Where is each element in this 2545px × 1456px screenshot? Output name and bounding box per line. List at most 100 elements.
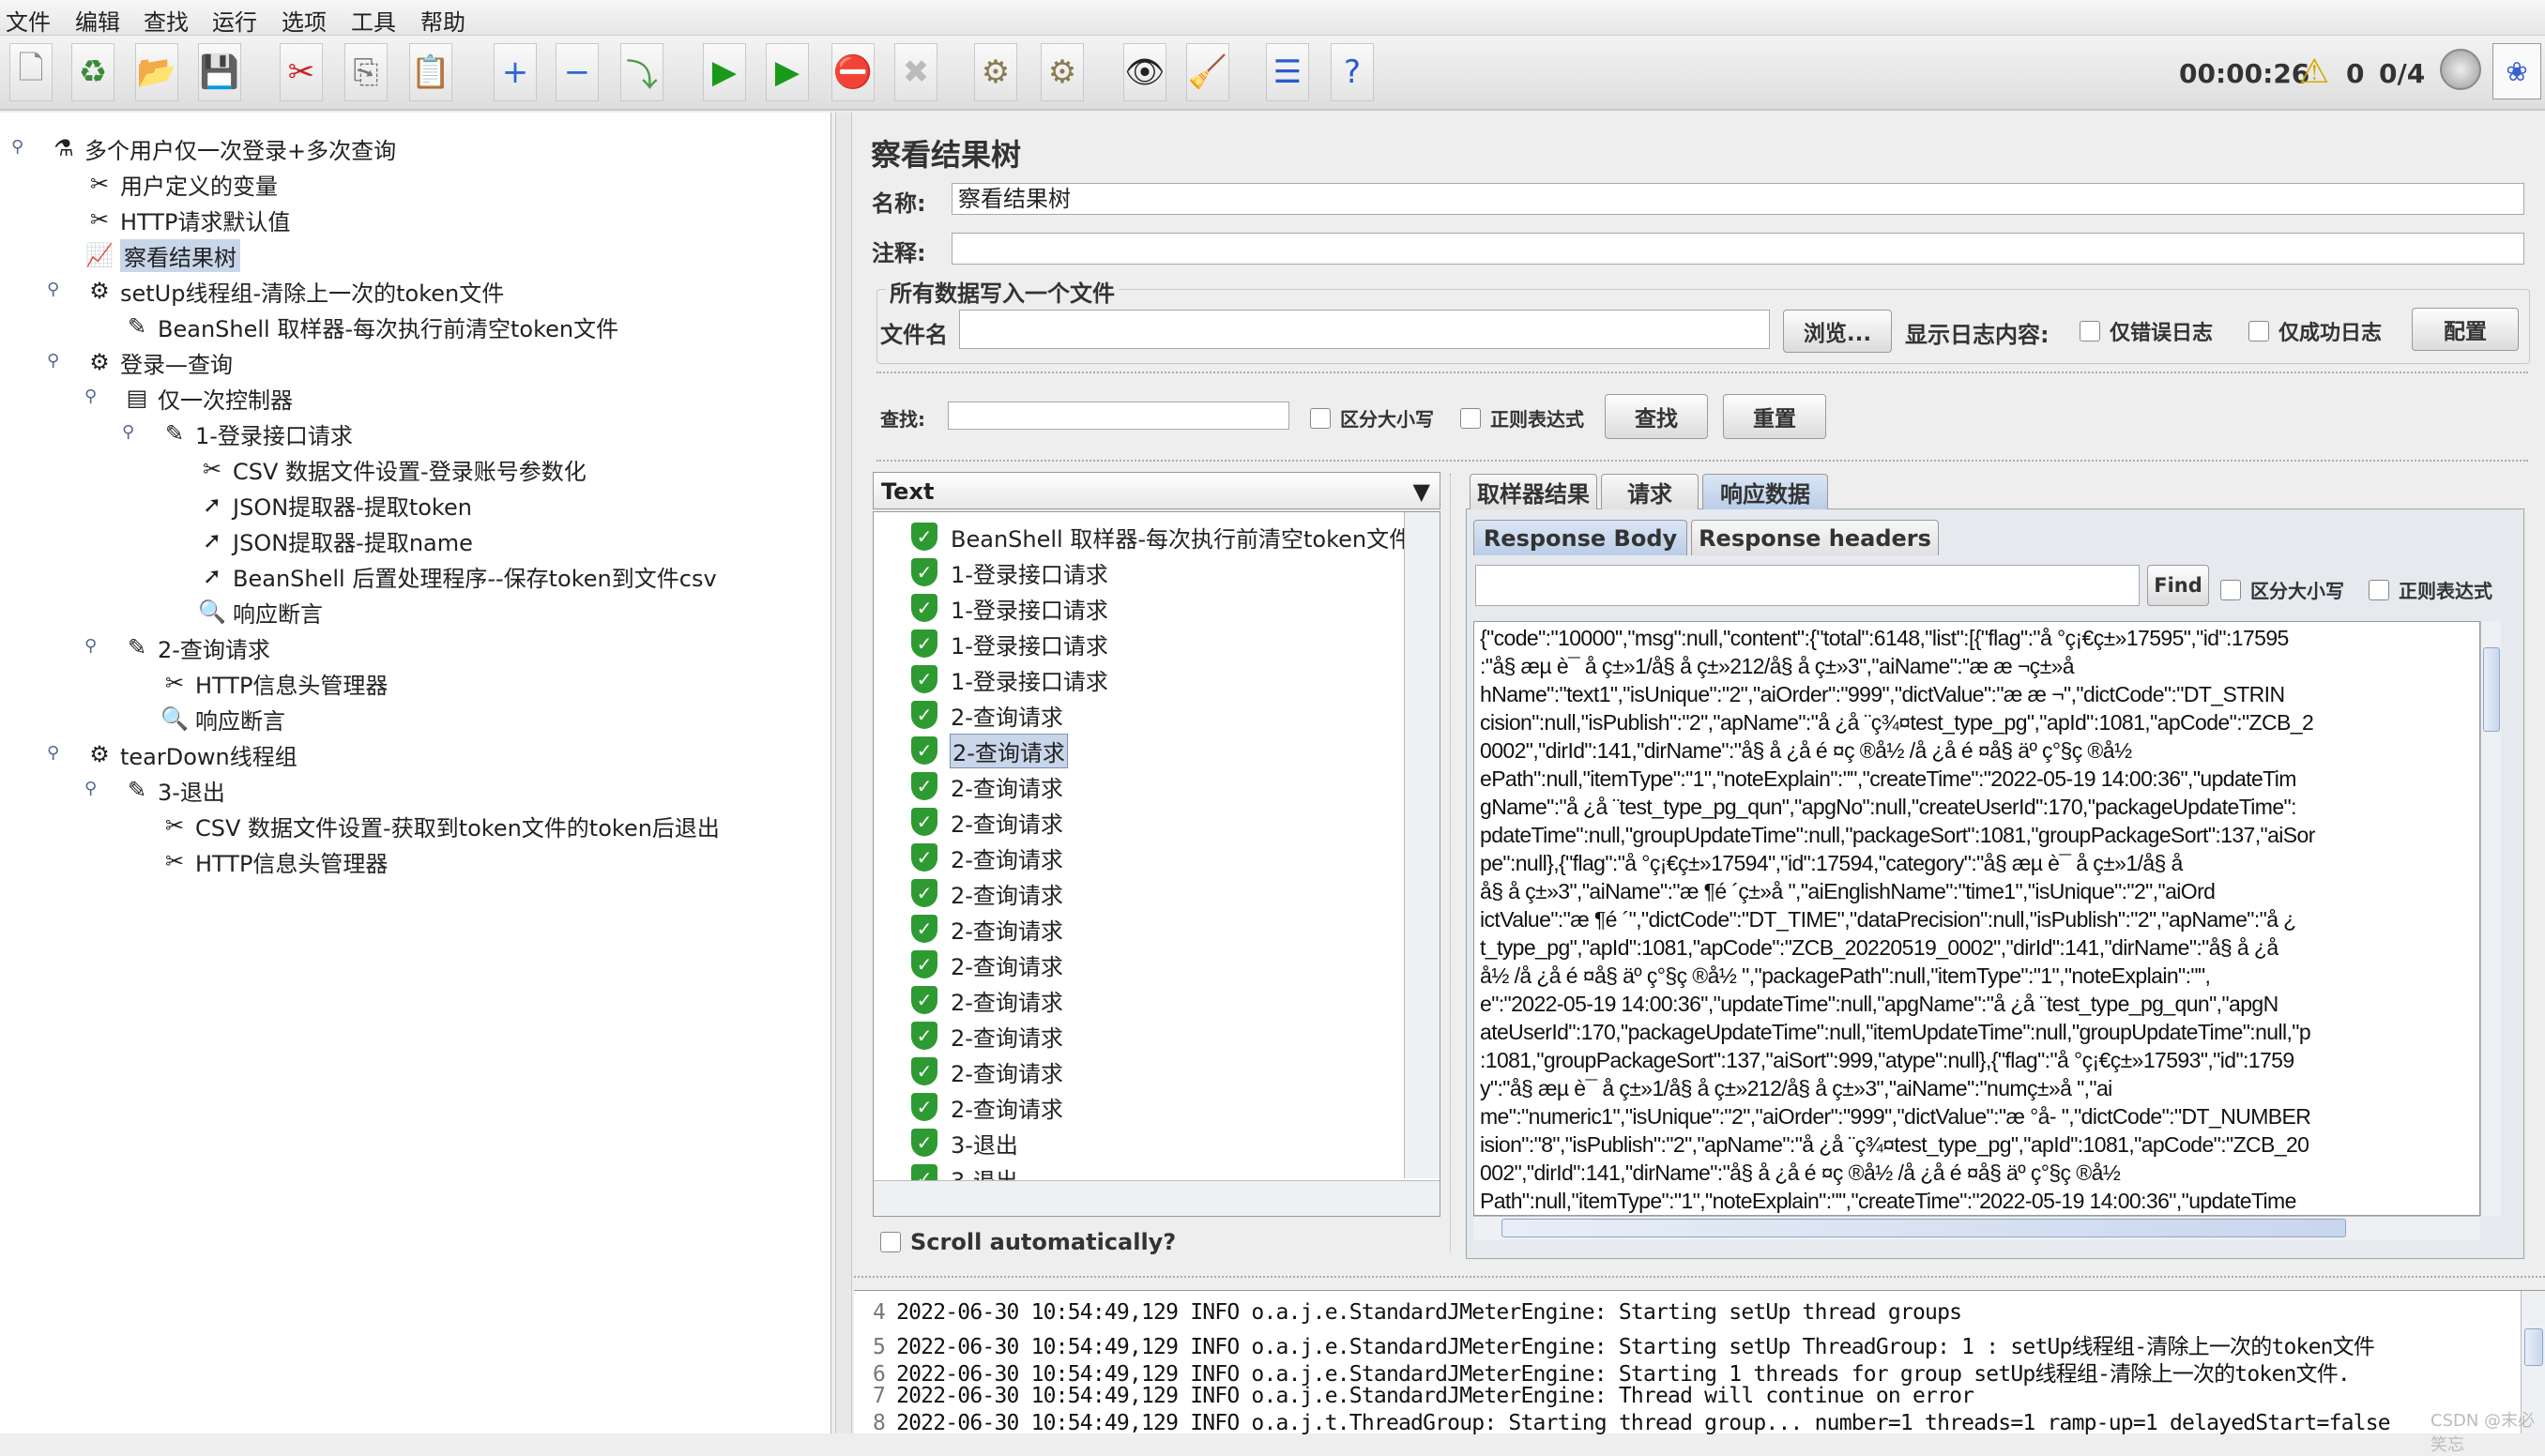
comment-input[interactable] — [952, 233, 2524, 265]
remote-status-icon[interactable] — [2440, 49, 2481, 90]
start-no-pause-button[interactable]: ▶ — [766, 43, 809, 101]
result-item[interactable]: ✓ 2-查询请求 — [911, 769, 1063, 803]
result-item[interactable]: ✓ 2-查询请求 — [911, 841, 1063, 874]
subtab-1[interactable]: Response headers — [1691, 520, 1939, 555]
success-only-checkbox[interactable]: 仅成功日志 — [2248, 316, 2382, 346]
function-helper-button[interactable]: ☰ — [1266, 43, 1309, 101]
scroll-auto-checkbox[interactable]: Scroll automatically? — [880, 1229, 1176, 1255]
tab-0[interactable]: 取样器结果 — [1470, 474, 1597, 509]
name-input[interactable]: 察看结果树 — [952, 183, 2524, 215]
clear-all-button[interactable]: ⚙ — [1041, 43, 1084, 101]
tab-2[interactable]: 响应数据 — [1702, 474, 1828, 509]
menu-5[interactable]: 工具 — [351, 4, 396, 37]
search-case-checkbox[interactable]: 区分大小写 — [1310, 404, 1434, 432]
result-item[interactable]: ✓ 2-查询请求 — [911, 876, 1063, 910]
tree-item[interactable]: ⚗ 多个用户仅一次登录+多次查询 — [49, 131, 396, 165]
tree-item[interactable]: ✎ BeanShell 取样器-每次执行前清空token文件 — [122, 310, 618, 343]
response-find-button[interactable]: Find — [2147, 565, 2209, 606]
tree-item[interactable]: ➚ BeanShell 后置处理程序--保存token到文件csv — [197, 559, 717, 593]
search-input[interactable] — [948, 402, 1289, 430]
configure-button[interactable]: 配置 — [2412, 308, 2519, 351]
tree-item[interactable]: 📈 察看结果树 — [84, 238, 240, 272]
tree-item[interactable]: ⚙ tearDown线程组 — [84, 737, 297, 771]
result-item[interactable]: ✓ 1-登录接口请求 — [911, 591, 1108, 625]
help-button[interactable]: ? — [1331, 43, 1374, 101]
splitter-mid[interactable] — [876, 460, 2528, 469]
tree-toggle-icon[interactable]: ⚲ — [47, 280, 59, 299]
tree-toggle-icon[interactable]: ⚲ — [122, 422, 134, 442]
result-item[interactable]: ✓ 1-登录接口请求 — [911, 662, 1108, 696]
cut-button[interactable]: ✂ — [280, 43, 323, 101]
tree-item[interactable]: ✎ 2-查询请求 — [122, 630, 270, 664]
tree-item[interactable]: ➚ JSON提取器-提取name — [197, 523, 473, 557]
result-item[interactable]: ✓ 2-查询请求 — [911, 912, 1063, 946]
menu-4[interactable]: 选项 — [282, 4, 327, 37]
tree-item[interactable]: ⚙ setUp线程组-清除上一次的token文件 — [84, 274, 504, 308]
jmeter-logo-icon[interactable]: ❀ — [2492, 43, 2541, 99]
find-button[interactable]: 查找 — [1605, 394, 1708, 439]
result-item[interactable]: ✓ 2-查询请求 — [911, 733, 1068, 768]
result-item[interactable]: ✓ 2-查询请求 — [911, 1090, 1063, 1124]
tree-item[interactable]: ✂ HTTP请求默认值 — [84, 203, 290, 236]
open-button[interactable]: 📂 — [135, 43, 178, 101]
main-splitter[interactable] — [835, 113, 852, 1433]
response-body-text[interactable]: {"code":"10000","msg":null,"content":{"t… — [1473, 621, 2480, 1216]
tree-item[interactable]: ✂ HTTP信息头管理器 — [160, 844, 388, 878]
response-regex-checkbox[interactable]: 正则表达式 — [2369, 576, 2492, 603]
tree-item[interactable]: ✎ 1-登录接口请求 — [160, 417, 353, 450]
search-regex-checkbox[interactable]: 正则表达式 — [1460, 404, 1584, 432]
result-item[interactable]: ✓ 3-退出 — [911, 1126, 1018, 1160]
renderer-select[interactable]: Text ▼ — [873, 472, 1440, 509]
tree-item[interactable]: 🔍 响应断言 — [197, 595, 323, 629]
result-item[interactable]: ✓ 2-查询请求 — [911, 1054, 1063, 1088]
search-button[interactable]: 👁 — [1123, 43, 1166, 101]
subtab-0[interactable]: Response Body — [1473, 520, 1687, 555]
tree-item[interactable]: ⚙ 登录—查询 — [84, 345, 233, 379]
tree-toggle-icon[interactable]: ⚲ — [84, 779, 97, 798]
tree-toggle-icon[interactable]: ⚲ — [47, 743, 59, 763]
result-vscrollbar[interactable] — [1404, 512, 1440, 1178]
result-item[interactable]: ✓ BeanShell 取样器-每次执行前清空token文件 — [911, 520, 1411, 554]
tree-toggle-icon[interactable]: ⚲ — [84, 636, 97, 656]
log-panel[interactable]: 4 2022-06-30 10:54:49,129 INFO o.a.j.e.St… — [854, 1290, 2545, 1435]
result-item[interactable]: ✓ 2-查询请求 — [911, 983, 1063, 1017]
response-find-input[interactable] — [1475, 565, 2140, 606]
copy-button[interactable]: ⎘ — [344, 43, 388, 101]
expand-button[interactable]: + — [494, 43, 537, 101]
tree-item[interactable]: ▤ 仅一次控制器 — [122, 381, 293, 415]
result-item[interactable]: ✓ 2-查询请求 — [911, 1019, 1063, 1053]
menu-3[interactable]: 运行 — [212, 4, 257, 37]
tree-item[interactable]: ✂ 用户定义的变量 — [84, 167, 278, 201]
tree-item[interactable]: ✎ 3-退出 — [122, 773, 225, 807]
reset-button[interactable]: 重置 — [1723, 394, 1826, 439]
menu-0[interactable]: 文件 — [6, 4, 51, 37]
menu-6[interactable]: 帮助 — [420, 4, 465, 37]
splitter-top[interactable] — [876, 372, 2528, 381]
tree-item[interactable]: ➚ JSON提取器-提取token — [197, 488, 472, 522]
response-hscrollbar[interactable] — [1473, 1216, 2480, 1240]
result-item[interactable]: ✓ 2-查询请求 — [911, 698, 1063, 732]
reset-search-button[interactable]: 🧹 — [1186, 43, 1229, 101]
result-hscrollbar[interactable] — [874, 1180, 1440, 1216]
paste-button[interactable]: 📋 — [409, 43, 452, 101]
result-item[interactable]: ✓ 2-查询请求 — [911, 805, 1063, 839]
new-button[interactable]: 🗋 — [9, 43, 53, 101]
response-vscrollbar[interactable] — [2480, 621, 2501, 1216]
tree-item[interactable]: ✂ CSV 数据文件设置-获取到token文件的token后退出 — [160, 809, 720, 842]
tree-toggle-icon[interactable]: ⚲ — [47, 351, 59, 371]
filename-input[interactable] — [959, 310, 1770, 349]
menu-1[interactable]: 编辑 — [75, 4, 120, 37]
tab-1[interactable]: 请求 — [1601, 474, 1699, 509]
stop-button[interactable]: ⛔ — [831, 43, 875, 101]
tree-item[interactable]: 🔍 响应断言 — [160, 702, 285, 736]
browse-button[interactable]: 浏览... — [1783, 310, 1892, 353]
tree-item[interactable]: ✂ CSV 数据文件设置-登录账号参数化 — [197, 452, 587, 486]
tree-item[interactable]: ✂ HTTP信息头管理器 — [160, 666, 388, 700]
splitter-bottom[interactable] — [854, 1276, 2545, 1285]
tree-toggle-icon[interactable]: ⚲ — [11, 137, 23, 157]
templates-button[interactable]: ♻ — [71, 43, 114, 101]
collapse-button[interactable]: − — [556, 43, 599, 101]
save-button[interactable]: 💾 — [198, 43, 241, 101]
result-item[interactable]: ✓ 2-查询请求 — [911, 948, 1063, 981]
shutdown-button[interactable]: ✖ — [894, 43, 937, 101]
